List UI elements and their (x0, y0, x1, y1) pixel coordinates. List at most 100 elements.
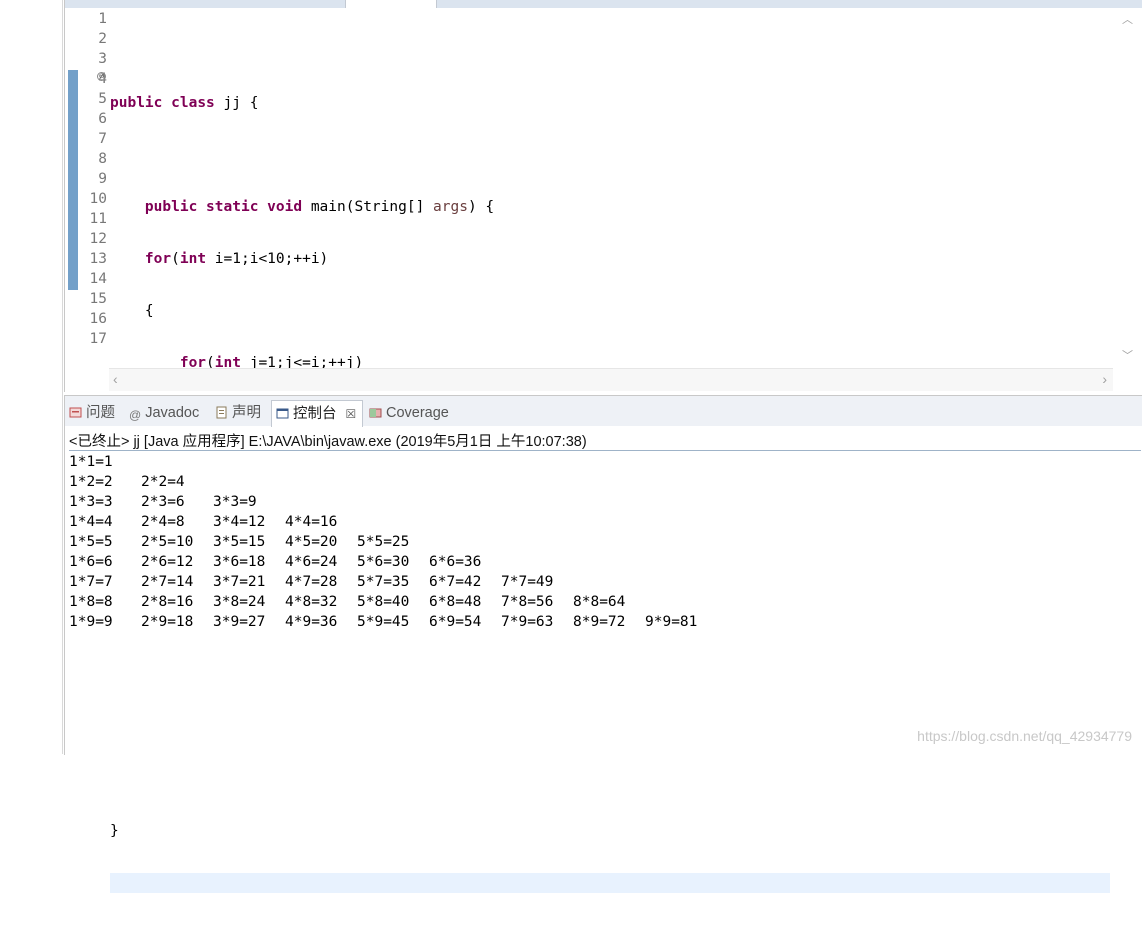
editor-tab-bar (65, 0, 1142, 8)
code-line-16: } (110, 823, 119, 839)
line-number: 6 (98, 111, 107, 127)
scroll-right-icon[interactable]: › (1102, 371, 1107, 387)
watermark: https://blog.csdn.net/qq_42934779 (917, 728, 1132, 744)
console-cell: 4*7=28 (285, 574, 338, 590)
vertical-scrollbar[interactable]: ︿ ﹀ (1113, 9, 1142, 369)
code-line-6: { (110, 303, 154, 319)
console-line: 1*4=4 2*4=8 3*4=12 4*4=16 (69, 512, 717, 532)
close-icon[interactable]: ☒ (346, 407, 357, 421)
console-panel: 问题 @ Javadoc 声明 控制台 ☒ Coverage <已终止> jj [… (64, 395, 1142, 755)
line-number: 10 (89, 191, 107, 207)
tab-console[interactable]: 控制台 ☒ (271, 400, 364, 427)
console-cell: 1*2=2 (69, 474, 113, 490)
line-number: 5 (98, 91, 107, 107)
console-cell: 6*6=36 (429, 554, 482, 570)
line-number: 1 (98, 11, 107, 27)
console-cell: 6*7=42 (429, 574, 482, 590)
console-cell: 6*8=48 (429, 594, 482, 610)
console-cell: 3*6=18 (213, 554, 266, 570)
console-cell: 8*8=64 (573, 594, 626, 610)
line-number: 15 (89, 291, 107, 307)
console-cell: 2*8=16 (141, 594, 194, 610)
console-cell: 5*9=45 (357, 614, 410, 630)
tab-declaration[interactable]: 声明 (215, 402, 261, 424)
console-cell: 3*7=21 (213, 574, 266, 590)
console-cell: 7*9=63 (501, 614, 554, 630)
console-cell: 2*2=4 (141, 474, 185, 490)
console-cell: 7*7=49 (501, 574, 554, 590)
console-cell: 1*4=4 (69, 514, 113, 530)
console-cell: 1*7=7 (69, 574, 113, 590)
console-cell: 1*9=9 (69, 614, 113, 630)
console-cell: 2*7=14 (141, 574, 194, 590)
console-cell: 3*8=24 (213, 594, 266, 610)
line-numbers: 1 2 3 4 5 6 7 8 9 10 11 12 13 14 15 16 17 (79, 9, 109, 349)
console-line: 1*9=9 2*9=18 3*9=27 4*9=36 5*9=45 6*9=54 7*9=6… (69, 612, 717, 632)
line-number: 2 (98, 31, 107, 47)
console-output[interactable]: 1*1=1 1*2=2 2*2=4 1*3=3 2*3=6 3*3=9 1*4=4 2*4=8… (69, 452, 717, 632)
console-cell: 8*9=72 (573, 614, 626, 630)
console-cell: 2*9=18 (141, 614, 194, 630)
at-icon: @ (129, 408, 142, 422)
console-cell: 1*8=8 (69, 594, 113, 610)
console-cell: 7*8=56 (501, 594, 554, 610)
line-number: 14 (89, 271, 107, 287)
console-cell: 4*9=36 (285, 614, 338, 630)
console-cell: 3*9=27 (213, 614, 266, 630)
problems-icon (69, 407, 82, 418)
scroll-left-icon[interactable]: ‹ (113, 371, 118, 387)
console-line: 1*7=7 2*7=14 3*7=21 4*7=28 5*7=35 6*7=42 7*7=4… (69, 572, 717, 592)
console-cell: 9*9=81 (645, 614, 698, 630)
console-cell: 5*6=30 (357, 554, 410, 570)
console-line: 1*6=6 2*6=12 3*6=18 4*6=24 5*6=30 6*6=36 (69, 552, 717, 572)
tab-jj-java[interactable] (345, 0, 437, 8)
console-cell: 4*4=16 (285, 514, 338, 530)
tab-problems[interactable]: 问题 (69, 402, 115, 424)
line-number: 7 (98, 131, 107, 147)
console-line: 1*2=2 2*2=4 (69, 472, 717, 492)
console-cell: 3*5=15 (213, 534, 266, 550)
code-line-17-current (110, 873, 1110, 893)
console-cell: 2*5=10 (141, 534, 194, 550)
line-number: 16 (89, 311, 107, 327)
console-cell: 1*5=5 (69, 534, 113, 550)
console-cell: 1*1=1 (69, 454, 113, 470)
scroll-up-icon[interactable]: ︿ (1122, 11, 1133, 27)
horizontal-scrollbar[interactable]: ‹ › (109, 368, 1113, 391)
console-cell: 6*9=54 (429, 614, 482, 630)
console-cell: 4*8=32 (285, 594, 338, 610)
console-cell: 1*3=3 (69, 494, 113, 510)
tab-coverage-label: Coverage (386, 405, 449, 421)
console-cell: 5*5=25 (357, 534, 410, 550)
line-number: 3 (98, 51, 107, 67)
tab-coverage[interactable]: Coverage (369, 402, 449, 424)
console-cell: 2*6=12 (141, 554, 194, 570)
console-cell: 2*4=8 (141, 514, 185, 530)
console-line: 1*5=5 2*5=10 3*5=15 4*5=20 5*5=25 (69, 532, 717, 552)
coverage-icon (369, 408, 382, 418)
code-line-2: public class jj { (110, 95, 259, 111)
console-cell: 4*6=24 (285, 554, 338, 570)
line-number: 13 (89, 251, 107, 267)
console-cell: 3*3=9 (213, 494, 257, 510)
fold-collapse-icon[interactable]: ⊖ (97, 72, 106, 81)
scroll-down-icon[interactable]: ﹀ (1122, 347, 1133, 363)
console-line: 1*3=3 2*3=6 3*3=9 (69, 492, 717, 512)
code-line-4: public static void main(String[] args) { (144, 199, 495, 215)
code-editor[interactable]: 1 2 3 4 5 6 7 8 9 10 11 12 13 14 15 16 17 ⊖ public class… (64, 0, 1142, 893)
left-panel (0, 0, 63, 754)
console-cell: 3*4=12 (213, 514, 266, 530)
console-icon (276, 408, 289, 419)
console-cell: 2*3=6 (141, 494, 185, 510)
line-number: 8 (98, 151, 107, 167)
tab-console-label: 控制台 (293, 406, 337, 422)
tab-problems-label: 问题 (86, 405, 115, 421)
console-cell: 5*7=35 (357, 574, 410, 590)
change-ruler (68, 70, 78, 290)
tab-javadoc[interactable]: @ Javadoc (129, 402, 199, 424)
view-tab-bar: 问题 @ Javadoc 声明 控制台 ☒ Coverage (65, 396, 1142, 427)
console-cell: 1*6=6 (69, 554, 113, 570)
console-cell: 5*8=40 (357, 594, 410, 610)
